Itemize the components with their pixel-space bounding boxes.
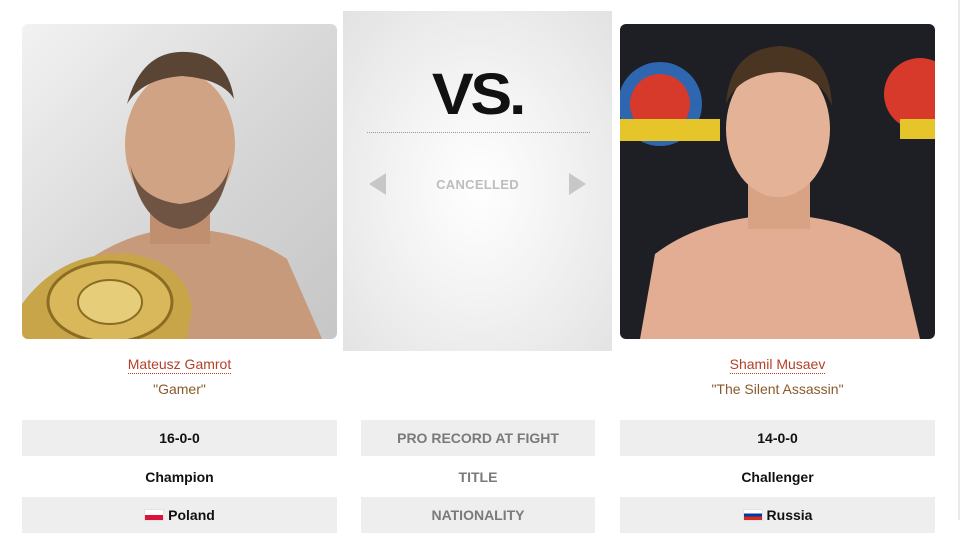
flag-russia-icon [742, 509, 763, 521]
fighter-right-title: Challenger [741, 469, 814, 485]
nationality-label: NATIONALITY [361, 497, 595, 533]
fighter-left-info: Mateusz Gamrot "Gamer" [22, 356, 337, 397]
fighter-right-name-link[interactable]: Shamil Musaev [729, 356, 826, 374]
fighter-left-nationality-cell: Poland [22, 497, 337, 533]
record-label: PRO RECORD AT FIGHT [361, 420, 595, 456]
fighter-right-info: Shamil Musaev "The Silent Assassin" [620, 356, 935, 397]
fighter-right-nationality-cell: Russia [620, 497, 935, 533]
fighter-right-nickname: "The Silent Assassin" [711, 381, 844, 397]
vs-label: VS. [431, 62, 527, 127]
fighter-left-title: Champion [145, 469, 214, 485]
fighter-right-photo[interactable] [620, 24, 935, 339]
title-label: TITLE [458, 469, 498, 485]
fighter-left-nickname: "Gamer" [153, 381, 206, 397]
fighter-left-name-link[interactable]: Mateusz Gamrot [127, 356, 232, 374]
fighter-left-portrait [22, 51, 322, 339]
divider [367, 132, 590, 133]
fighter-right-nationality: Russia [766, 507, 813, 523]
next-fight-arrow-icon[interactable] [569, 173, 586, 195]
fight-status-row: CANCELLED [343, 171, 612, 199]
versus-panel: VS. CANCELLED [343, 11, 612, 351]
fighter-left-photo[interactable] [22, 24, 337, 339]
flag-poland-icon [144, 509, 165, 521]
fighter-left-record: 16-0-0 [22, 420, 337, 456]
fighter-right-portrait [620, 46, 935, 339]
fighter-right-record: 14-0-0 [620, 420, 935, 456]
fighter-left-nationality: Poland [168, 507, 215, 523]
